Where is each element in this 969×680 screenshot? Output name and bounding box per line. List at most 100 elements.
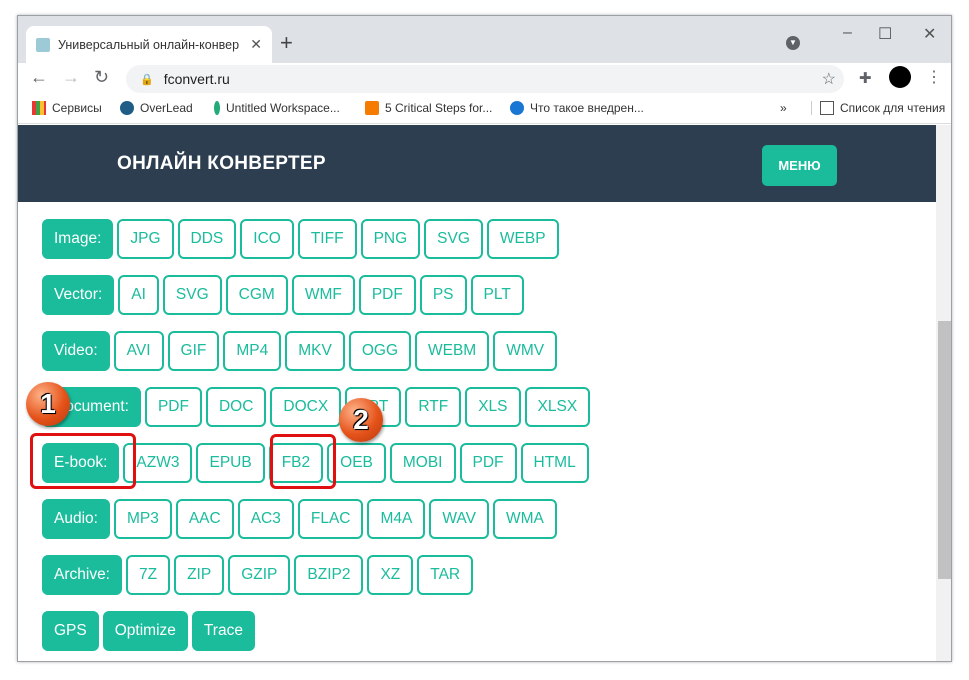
- format-button-epub[interactable]: EPUB: [196, 443, 265, 483]
- format-button-jpg[interactable]: JPG: [117, 219, 174, 259]
- tool-button-trace[interactable]: Trace: [191, 611, 255, 651]
- bookmark-vnedren[interactable]: Что такое внедрен...: [510, 101, 644, 115]
- forward-icon[interactable]: →: [62, 67, 80, 88]
- favicon-icon: [36, 37, 50, 52]
- bookmark-services[interactable]: Сервисы: [32, 101, 102, 115]
- bookmarks-bar: Сервисы OverLead Untitled Workspace... 5…: [18, 94, 951, 124]
- format-button-flac[interactable]: FLAC: [297, 499, 364, 539]
- format-button-bzip2[interactable]: BZIP2: [294, 555, 364, 595]
- category-archive[interactable]: Archive:: [42, 555, 122, 595]
- tab-title: Универсальный онлайн-конвер: [58, 37, 240, 52]
- format-button-ogg[interactable]: OGG: [348, 331, 411, 371]
- menu-button[interactable]: МЕНЮ: [762, 145, 837, 186]
- bookmark-label: Сервисы: [52, 101, 102, 115]
- bookmark-label: Untitled Workspace...: [226, 101, 340, 115]
- format-row: Document:PDFDOCDOCXPPTRTFXLSXLSX: [42, 387, 591, 427]
- format-button-mp3[interactable]: MP3: [113, 499, 172, 539]
- browser-menu-icon[interactable]: ⋮: [926, 67, 942, 87]
- maximize-icon[interactable]: ☐: [878, 24, 892, 44]
- bookmark-overlead[interactable]: OverLead: [120, 101, 193, 115]
- format-button-zip[interactable]: ZIP: [174, 555, 225, 595]
- format-button-rtf[interactable]: RTF: [405, 387, 462, 427]
- reading-list-label: Список для чтения: [840, 101, 946, 115]
- close-window-icon[interactable]: ✕: [923, 24, 936, 44]
- reload-icon[interactable]: ↻: [94, 67, 109, 88]
- highlight-fb2: [270, 434, 336, 489]
- tool-button-optimize[interactable]: Optimize: [102, 611, 188, 651]
- back-icon[interactable]: ←: [30, 67, 48, 88]
- format-button-wav[interactable]: WAV: [429, 499, 489, 539]
- overlead-icon: [120, 101, 134, 115]
- format-button-wmf[interactable]: WMF: [291, 275, 355, 315]
- format-button-pdf[interactable]: PDF: [459, 443, 517, 483]
- format-button-xlsx[interactable]: XLSX: [524, 387, 591, 427]
- format-button-gif[interactable]: GIF: [167, 331, 220, 371]
- format-button-xz[interactable]: XZ: [367, 555, 414, 595]
- format-button-tiff[interactable]: TIFF: [297, 219, 357, 259]
- tool-button-gps[interactable]: GPS: [42, 611, 99, 651]
- format-button-avi[interactable]: AVI: [113, 331, 164, 371]
- scrollbar[interactable]: [936, 125, 951, 661]
- apps-grid-icon: [32, 101, 46, 115]
- category-video[interactable]: Video:: [42, 331, 110, 371]
- category-vector[interactable]: Vector:: [42, 275, 115, 315]
- format-button-webp[interactable]: WEBP: [486, 219, 559, 259]
- format-button-wmv[interactable]: WMV: [493, 331, 558, 371]
- extensions-icon[interactable]: ✚: [859, 69, 872, 87]
- category-image[interactable]: Image:: [42, 219, 114, 259]
- format-button-ico[interactable]: ICO: [240, 219, 294, 259]
- reading-list[interactable]: Список для чтения: [811, 101, 945, 115]
- browser-tab[interactable]: Универсальный онлайн-конвер ✕: [26, 26, 272, 63]
- step-badge-1: 1: [26, 382, 70, 426]
- format-button-dds[interactable]: DDS: [177, 219, 237, 259]
- chat-bubble-icon: [365, 101, 379, 115]
- format-button-docx[interactable]: DOCX: [270, 387, 342, 427]
- bookmark-star-icon[interactable]: ☆: [822, 69, 836, 89]
- bookmark-critical-steps[interactable]: 5 Critical Steps for...: [365, 101, 492, 115]
- format-button-cgm[interactable]: CGM: [225, 275, 288, 315]
- scrollbar-thumb[interactable]: [938, 321, 951, 579]
- format-button-ac3[interactable]: AC3: [237, 499, 294, 539]
- bookmark-label: Что такое внедрен...: [530, 101, 644, 115]
- format-button-m4a[interactable]: M4A: [367, 499, 426, 539]
- bookmark-label: 5 Critical Steps for...: [385, 101, 493, 115]
- format-row: Audio: MP3 AAC AC3 FLAC M4A WAV WMA: [42, 499, 557, 539]
- format-button-xls[interactable]: XLS: [465, 387, 521, 427]
- address-bar[interactable]: 🔒 fconvert.ru ☆: [126, 65, 844, 93]
- new-tab-button[interactable]: +: [280, 30, 293, 56]
- bookmark-untitled-workspace[interactable]: Untitled Workspace...: [214, 101, 340, 115]
- close-tab-icon[interactable]: ✕: [250, 36, 262, 53]
- category-audio[interactable]: Audio:: [42, 499, 110, 539]
- lock-icon: 🔒: [140, 73, 154, 86]
- reading-list-icon: [820, 101, 834, 115]
- format-button-wma[interactable]: WMA: [492, 499, 557, 539]
- profile-avatar[interactable]: [889, 66, 911, 88]
- format-button-html[interactable]: HTML: [520, 443, 589, 483]
- format-button-doc[interactable]: DOC: [205, 387, 267, 427]
- format-row: Archive: 7Z ZIP GZIP BZIP2 XZ TAR: [42, 555, 474, 595]
- site-logo[interactable]: ОНЛАЙН КОНВЕРТЕР: [117, 153, 326, 175]
- format-button-svg[interactable]: SVG: [162, 275, 222, 315]
- format-button-7z[interactable]: 7Z: [126, 555, 171, 595]
- tab-search-icon[interactable]: ▼: [786, 36, 800, 50]
- format-button-pdf[interactable]: PDF: [358, 275, 416, 315]
- toolbar: ← → ↻ 🔒 fconvert.ru ☆ ✚ ⋮: [18, 63, 951, 94]
- format-row: Video: AVI GIF MP4 MKV OGG WEBM WMV: [42, 331, 558, 371]
- minimize-icon[interactable]: –: [843, 24, 852, 42]
- format-button-mkv[interactable]: MKV: [285, 331, 345, 371]
- format-button-gzip[interactable]: GZIP: [228, 555, 291, 595]
- format-button-mobi[interactable]: MOBI: [389, 443, 456, 483]
- format-button-plt[interactable]: PLT: [470, 275, 524, 315]
- format-button-svg[interactable]: SVG: [424, 219, 483, 259]
- browser-window: Универсальный онлайн-конвер ✕ + ▼ – ☐ ✕ …: [17, 15, 952, 662]
- format-button-png[interactable]: PNG: [360, 219, 421, 259]
- bookmark-label: OverLead: [140, 101, 193, 115]
- bookmarks-overflow[interactable]: »: [780, 101, 787, 115]
- format-button-aac[interactable]: AAC: [175, 499, 234, 539]
- format-button-tar[interactable]: TAR: [417, 555, 474, 595]
- format-button-pdf[interactable]: PDF: [144, 387, 202, 427]
- format-button-mp4[interactable]: MP4: [223, 331, 282, 371]
- format-button-ps[interactable]: PS: [419, 275, 467, 315]
- format-button-ai[interactable]: AI: [118, 275, 159, 315]
- format-button-webm[interactable]: WEBM: [415, 331, 490, 371]
